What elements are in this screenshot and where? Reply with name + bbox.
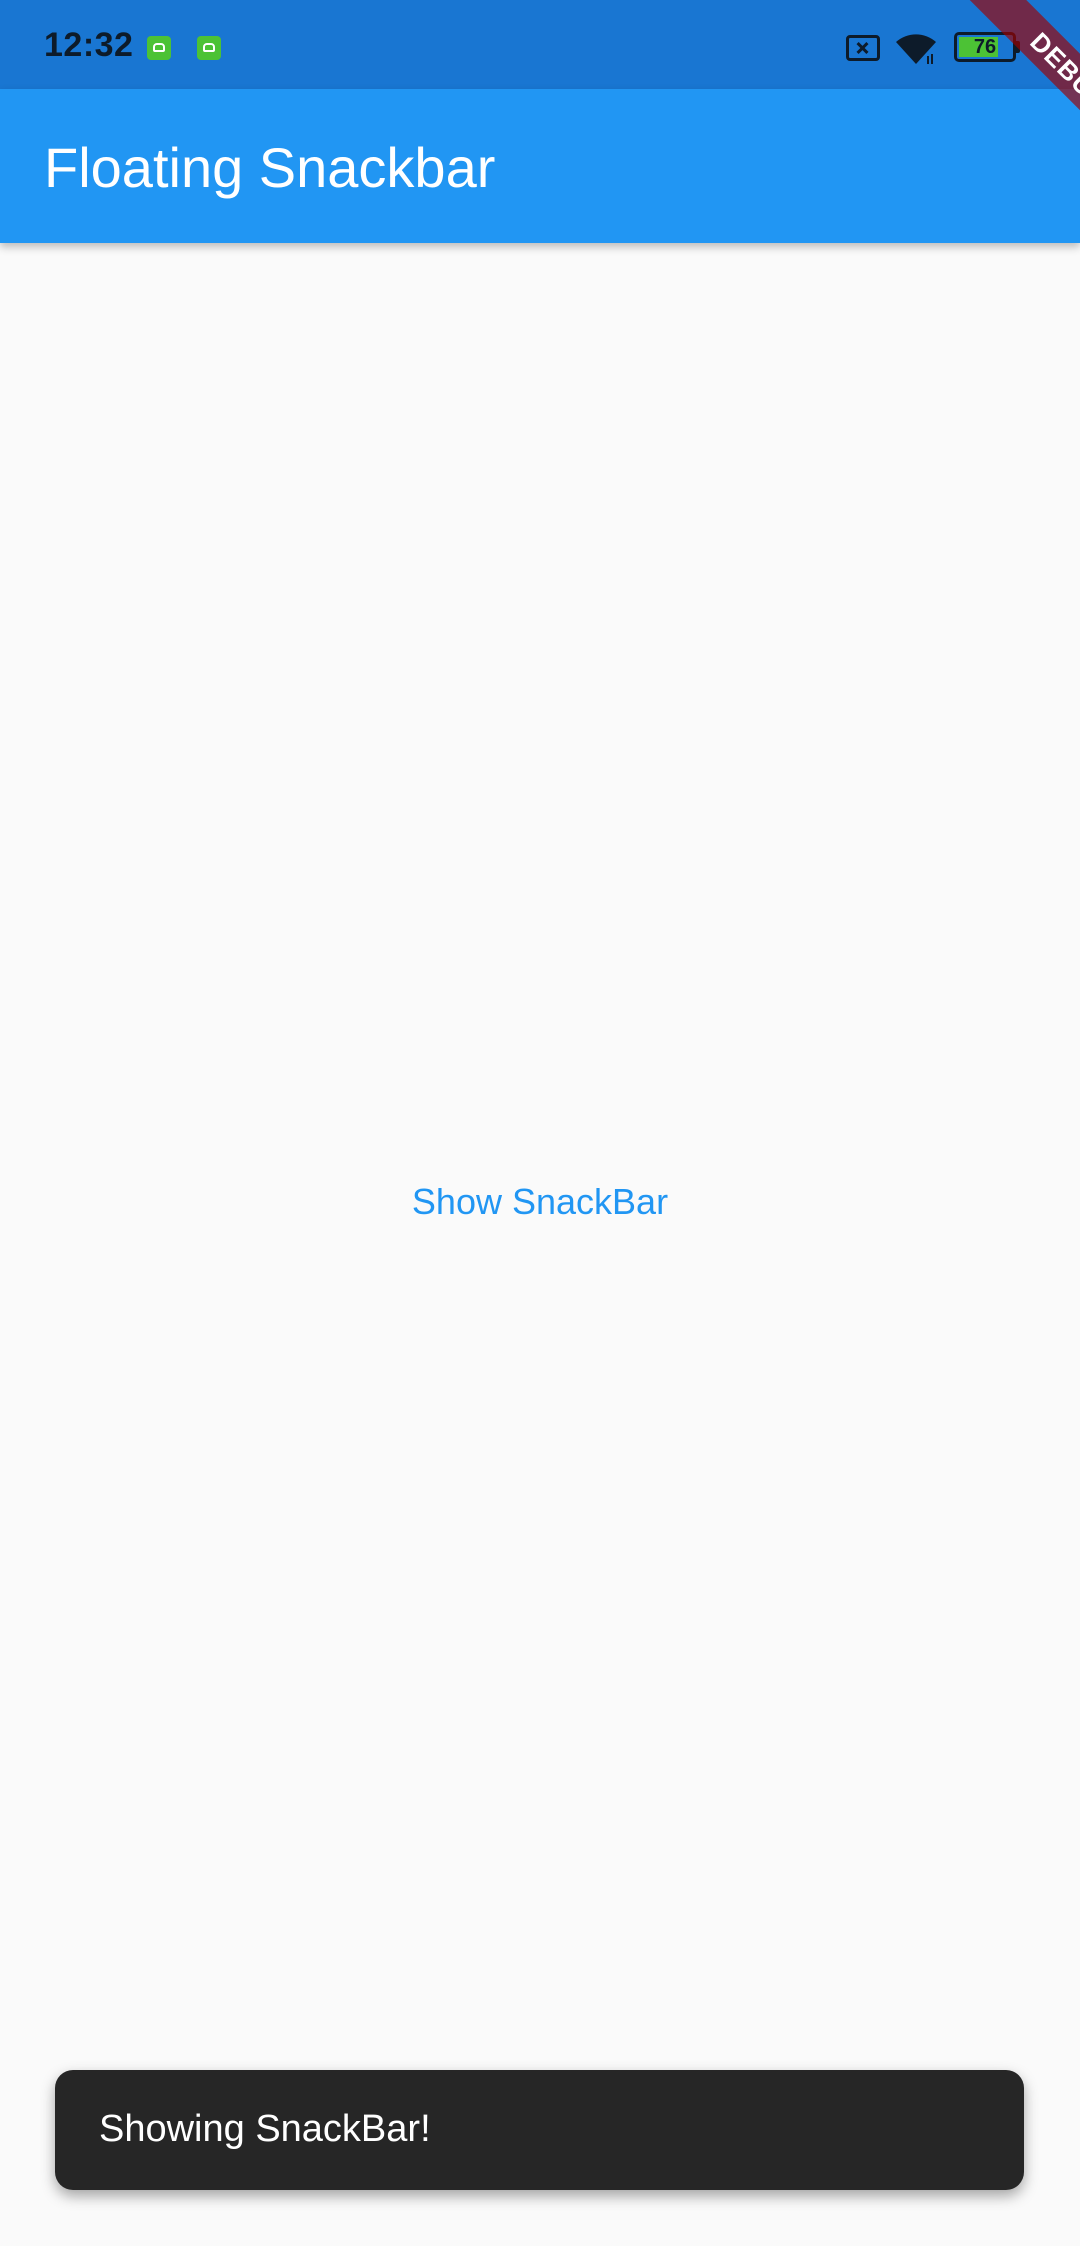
snackbar: Showing SnackBar!: [55, 2070, 1024, 2190]
status-bar: 12:32 76: [0, 0, 1080, 89]
wifi-icon: [896, 34, 936, 64]
status-time: 12:32: [44, 26, 134, 64]
battery-icon: 76: [954, 32, 1016, 62]
snackbar-message: Showing SnackBar!: [99, 2108, 431, 2150]
android-notification-icon: [147, 36, 171, 60]
battery-cap: [1016, 41, 1020, 53]
page-title: Floating Snackbar: [44, 136, 496, 199]
battery-level-text: 76: [973, 36, 997, 58]
app-bar: Floating Snackbar: [0, 89, 1080, 243]
app-screen: 12:32 76 Floating Snackbar DEBUG Show Sn…: [0, 0, 1080, 2246]
no-sim-icon: [846, 35, 880, 61]
show-snackbar-button[interactable]: Show SnackBar: [380, 1169, 700, 1235]
android-notification-icon: [197, 36, 221, 60]
main-content: Show SnackBar: [0, 243, 1080, 2246]
